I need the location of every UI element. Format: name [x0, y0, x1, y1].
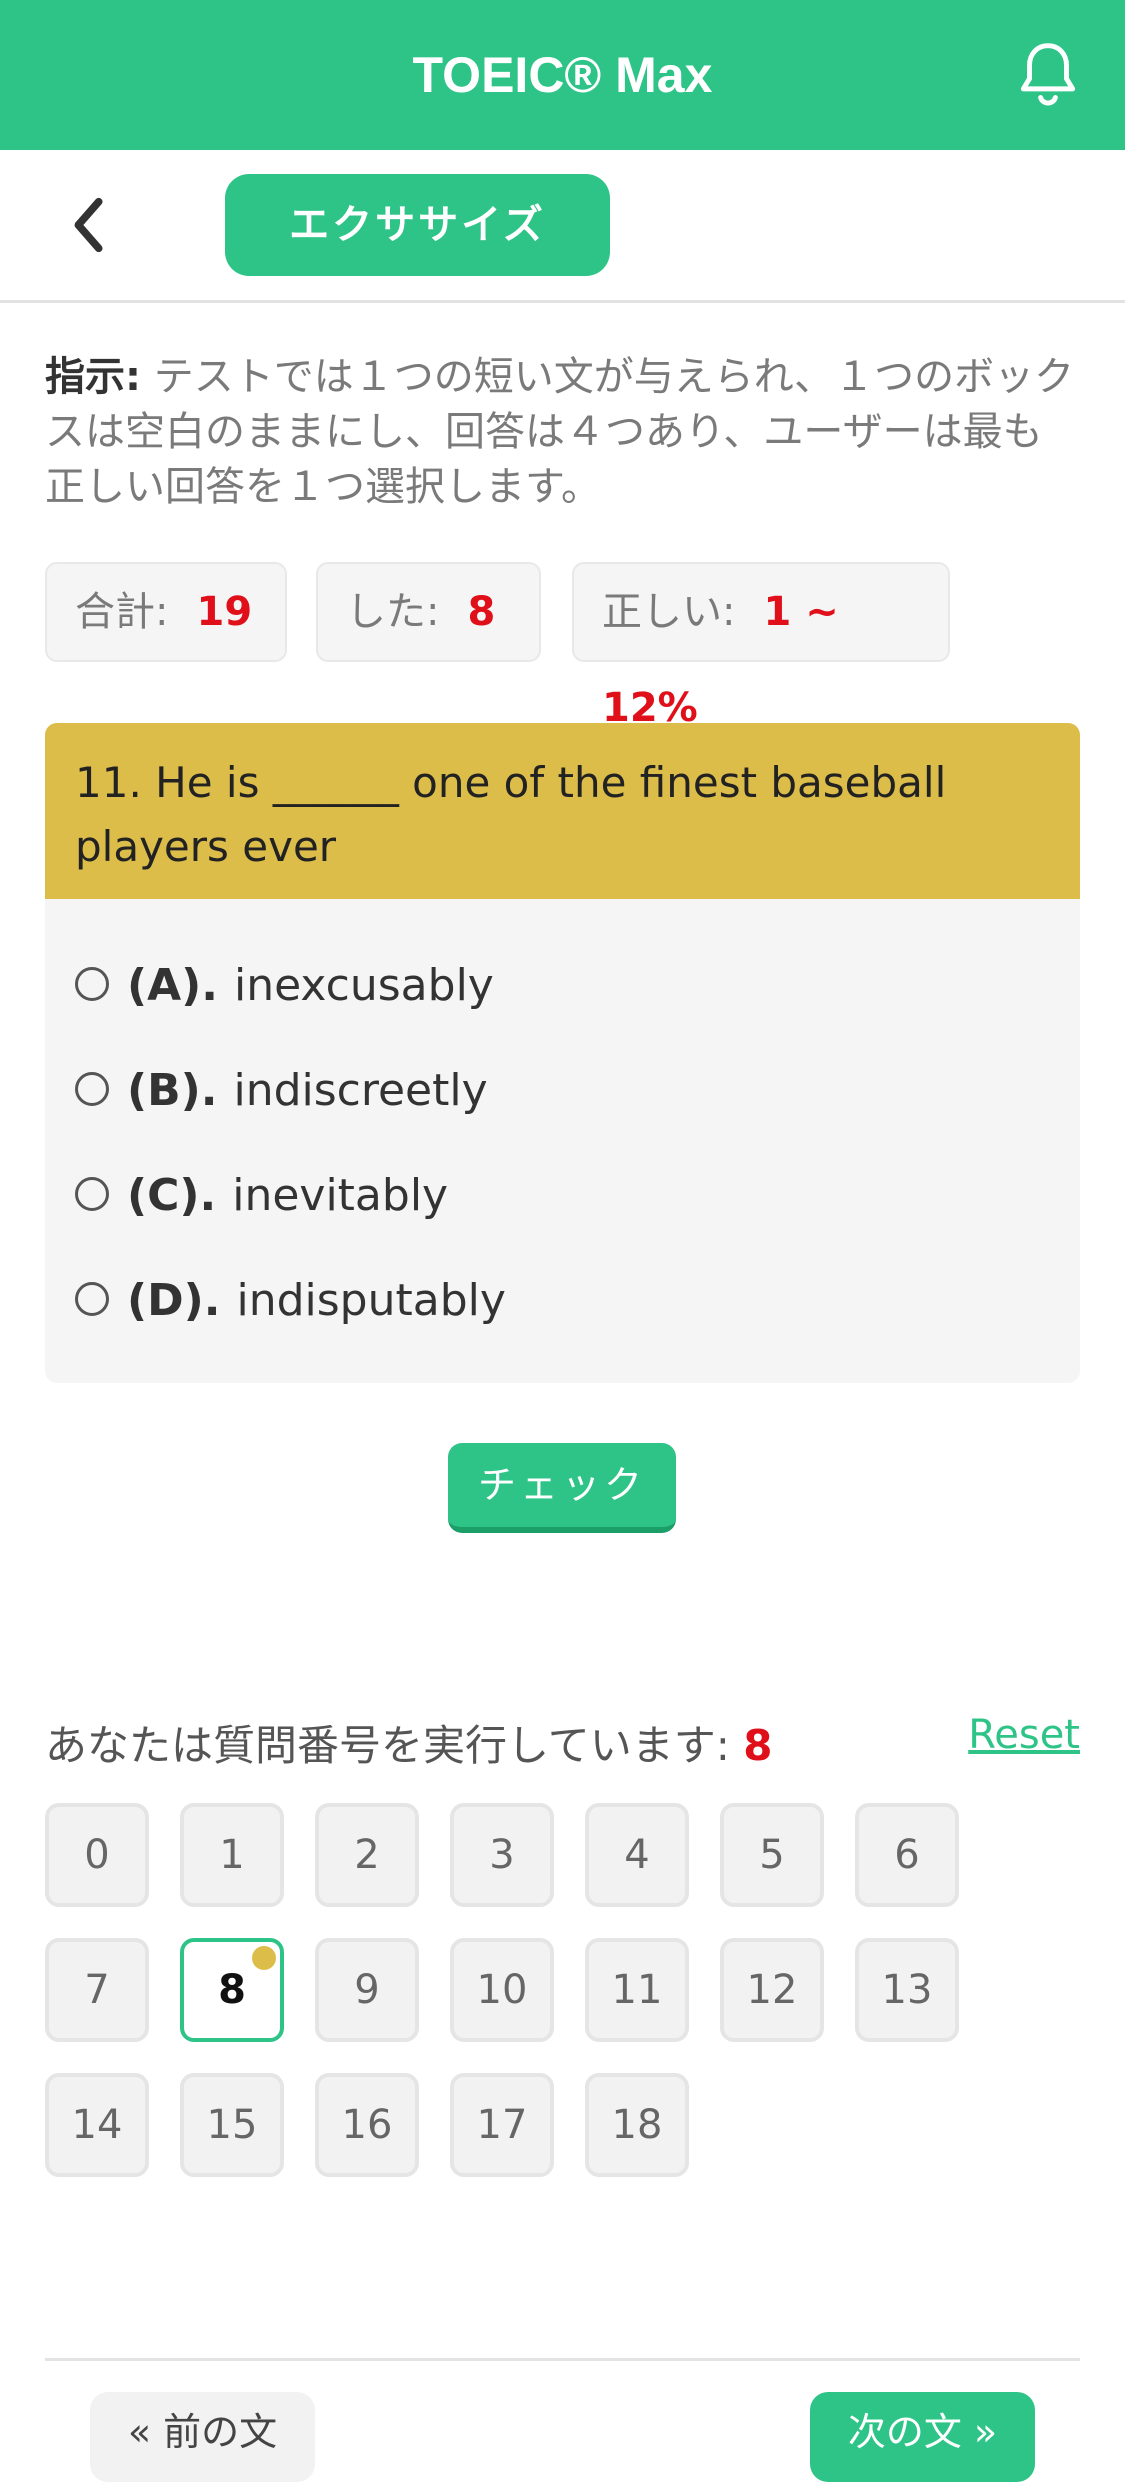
option-c[interactable]: (C). inevitably: [75, 1161, 448, 1231]
question-number-0[interactable]: 0: [45, 1803, 149, 1907]
question-number-4[interactable]: 4: [585, 1803, 689, 1907]
question-number-8[interactable]: 8: [180, 1938, 284, 2042]
question-number-label: 14: [71, 2102, 123, 2148]
question-number-label: 5: [759, 1832, 785, 1878]
question-number-label: 4: [624, 1832, 650, 1878]
radio-button[interactable]: [75, 967, 109, 1001]
question-number-5[interactable]: 5: [720, 1803, 824, 1907]
question-number-1[interactable]: 1: [180, 1803, 284, 1907]
question-number-label: 1: [219, 1832, 245, 1878]
stat-done-value: 8: [467, 589, 496, 635]
option-letter: (D).: [127, 1275, 221, 1326]
question-number-label: 9: [354, 1967, 380, 2013]
app-title: TOEIC® Max: [412, 47, 713, 103]
progress-label: あなたは質問番号を実行しています: 8: [45, 1712, 772, 1773]
option-letter: (A).: [127, 960, 218, 1011]
bell-icon[interactable]: [1011, 38, 1085, 112]
question-number-15[interactable]: 15: [180, 2073, 284, 2177]
option-text: indisputably: [236, 1275, 506, 1326]
question-number-14[interactable]: 14: [45, 2073, 149, 2177]
question-number-11[interactable]: 11: [585, 1938, 689, 2042]
radio-button[interactable]: [75, 1177, 109, 1211]
question-number-9[interactable]: 9: [315, 1938, 419, 2042]
reset-link[interactable]: Reset: [968, 1712, 1080, 1758]
tab-exercise[interactable]: エクササイズ: [225, 174, 610, 276]
question-number-label: 6: [894, 1832, 920, 1878]
question-number-10[interactable]: 10: [450, 1938, 554, 2042]
question-number-label: 11: [611, 1967, 663, 2013]
question-number-label: 10: [476, 1967, 528, 2013]
chevron-left-icon[interactable]: [55, 190, 125, 260]
question-number-label: 15: [206, 2102, 258, 2148]
question-number-label: 17: [476, 2102, 528, 2148]
instructions-label: 指示:: [45, 354, 141, 400]
current-indicator-dot: [252, 1946, 276, 1970]
option-b[interactable]: (B). indiscreetly: [75, 1056, 488, 1126]
question-text: 11. He is ______ one of the finest baseb…: [45, 723, 1080, 899]
question-number-16[interactable]: 16: [315, 2073, 419, 2177]
app-bar: TOEIC® Max: [0, 0, 1125, 150]
option-letter: (C).: [127, 1170, 217, 1221]
radio-button[interactable]: [75, 1282, 109, 1316]
question-number-label: 16: [341, 2102, 393, 2148]
option-letter: (B).: [127, 1065, 218, 1116]
sub-navigation: エクササイズ: [0, 150, 1125, 303]
divider: [45, 2358, 1080, 2361]
check-button[interactable]: チェック: [448, 1443, 676, 1533]
question-number-3[interactable]: 3: [450, 1803, 554, 1907]
stat-total-label: 合計:: [75, 589, 169, 635]
option-a[interactable]: (A). inexcusably: [75, 951, 494, 1021]
option-text: indiscreetly: [233, 1065, 488, 1116]
instructions-text: テストでは１つの短い文が与えられ、１つのボックスは空白のままにし、回答は４つあり…: [45, 354, 1075, 510]
previous-sentence-button[interactable]: « 前の文: [90, 2392, 315, 2482]
question-number-label: 7: [84, 1967, 110, 2013]
option-d[interactable]: (D). indisputably: [75, 1266, 506, 1336]
question-number-label: 13: [881, 1967, 933, 2013]
progress-current-number: 8: [743, 1721, 773, 1770]
question-number-18[interactable]: 18: [585, 2073, 689, 2177]
question-number-label: 12: [746, 1967, 798, 2013]
stat-correct: 正しい: 1 ~ 12%: [572, 562, 950, 731]
question-number-13[interactable]: 13: [855, 1938, 959, 2042]
option-text: inevitably: [232, 1170, 449, 1221]
next-sentence-button[interactable]: 次の文 »: [810, 2392, 1035, 2482]
question-number-12[interactable]: 12: [720, 1938, 824, 2042]
stat-correct-label: 正しい:: [602, 589, 736, 635]
question-card: 11. He is ______ one of the finest baseb…: [45, 723, 1080, 1383]
stat-done: した: 8: [316, 562, 541, 662]
instructions: 指示: テストでは１つの短い文が与えられ、１つのボックスは空白のままにし、回答は…: [45, 350, 1075, 515]
radio-button[interactable]: [75, 1072, 109, 1106]
question-number-label: 0: [84, 1832, 110, 1878]
question-number-label: 18: [611, 2102, 663, 2148]
question-number-7[interactable]: 7: [45, 1938, 149, 2042]
option-text: inexcusably: [234, 960, 494, 1011]
question-number-label: 8: [218, 1967, 246, 2013]
question-number-6[interactable]: 6: [855, 1803, 959, 1907]
stat-total-value: 19: [196, 589, 253, 635]
question-number-17[interactable]: 17: [450, 2073, 554, 2177]
progress-label-text: あなたは質問番号を実行しています:: [45, 1721, 744, 1770]
stat-done-label: した:: [346, 589, 440, 635]
question-number-label: 2: [354, 1832, 380, 1878]
stat-total: 合計: 19: [45, 562, 287, 662]
question-number-label: 3: [489, 1832, 515, 1878]
question-number-2[interactable]: 2: [315, 1803, 419, 1907]
